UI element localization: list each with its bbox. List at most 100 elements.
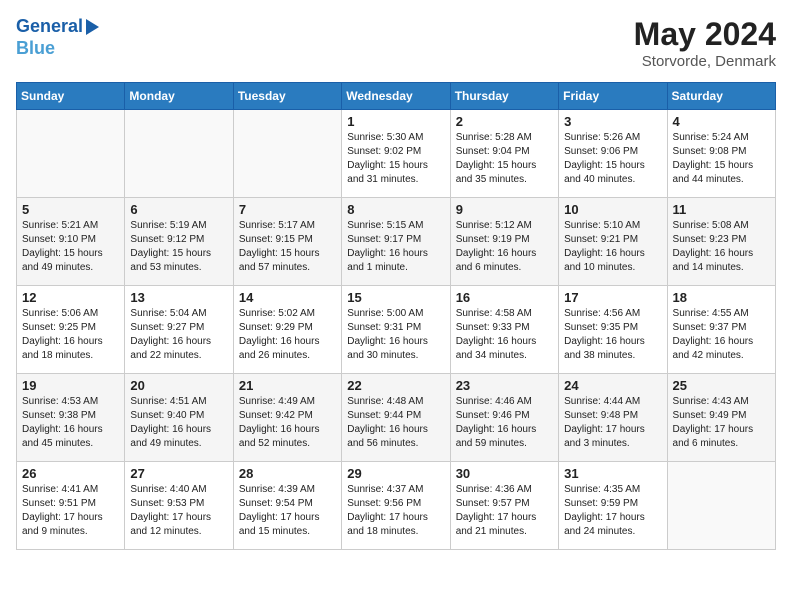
weekday-header-monday: Monday (125, 83, 233, 110)
day-number: 26 (22, 466, 119, 481)
calendar-cell: 8Sunrise: 5:15 AMSunset: 9:17 PMDaylight… (342, 198, 450, 286)
logo: General Blue (16, 16, 99, 59)
calendar-cell: 18 Sunrise: 4:55 AMSunset: 9:37 PMDayligh… (667, 286, 775, 374)
weekday-header-thursday: Thursday (450, 83, 558, 110)
day-info: Sunrise: 5:10 AMSunset: 9:21 PMDaylight:… (564, 219, 661, 275)
day-number: 15 (347, 290, 444, 305)
day-info: Sunrise: 5:04 AMSunset: 9:27 PMDaylight:… (130, 307, 227, 363)
day-number: 27 (130, 466, 227, 481)
calendar-week-4: 19 Sunrise: 4:53 AMSunset: 9:38 PMDayligh… (17, 374, 776, 462)
day-info: Sunrise: 5:06 AMSunset: 9:25 PMDaylight:… (22, 307, 119, 363)
calendar-cell: 4 Sunrise: 5:24 AMSunset: 9:08 PMDaylight… (667, 110, 775, 198)
day-number: 28 (239, 466, 336, 481)
weekday-header-friday: Friday (559, 83, 667, 110)
calendar-table: SundayMondayTuesdayWednesdayThursdayFrid… (16, 82, 776, 550)
day-number: 23 (456, 378, 553, 393)
day-info: Sunrise: 4:37 AMSunset: 9:56 PMDaylight:… (347, 483, 444, 539)
day-number: 9 (456, 202, 553, 217)
day-info: Sunrise: 4:56 AMSunset: 9:35 PMDaylight:… (564, 307, 661, 363)
month-year-title: May 2024 (634, 16, 776, 53)
calendar-cell: 31 Sunrise: 4:35 AMSunset: 9:59 PMDayligh… (559, 462, 667, 550)
weekday-header-row: SundayMondayTuesdayWednesdayThursdayFrid… (17, 83, 776, 110)
day-info: Sunrise: 4:44 AMSunset: 9:48 PMDaylight:… (564, 395, 661, 451)
day-number: 10 (564, 202, 661, 217)
calendar-cell (233, 110, 341, 198)
calendar-cell: 26 Sunrise: 4:41 AMSunset: 9:51 PMDayligh… (17, 462, 125, 550)
day-number: 3 (564, 114, 661, 129)
calendar-cell: 23 Sunrise: 4:46 AMSunset: 9:46 PMDayligh… (450, 374, 558, 462)
calendar-cell: 2 Sunrise: 5:28 AMSunset: 9:04 PMDaylight… (450, 110, 558, 198)
calendar-cell: 7 Sunrise: 5:17 AMSunset: 9:15 PMDaylight… (233, 198, 341, 286)
calendar-cell: 10 Sunrise: 5:10 AMSunset: 9:21 PMDayligh… (559, 198, 667, 286)
day-number: 30 (456, 466, 553, 481)
calendar-cell: 13 Sunrise: 5:04 AMSunset: 9:27 PMDayligh… (125, 286, 233, 374)
calendar-cell: 24 Sunrise: 4:44 AMSunset: 9:48 PMDayligh… (559, 374, 667, 462)
calendar-cell (667, 462, 775, 550)
day-number: 17 (564, 290, 661, 305)
calendar-week-2: 5 Sunrise: 5:21 AMSunset: 9:10 PMDaylight… (17, 198, 776, 286)
calendar-cell: 28 Sunrise: 4:39 AMSunset: 9:54 PMDayligh… (233, 462, 341, 550)
calendar-cell: 3 Sunrise: 5:26 AMSunset: 9:06 PMDaylight… (559, 110, 667, 198)
day-info: Sunrise: 4:40 AMSunset: 9:53 PMDaylight:… (130, 483, 227, 539)
calendar-cell: 20 Sunrise: 4:51 AMSunset: 9:40 PMDayligh… (125, 374, 233, 462)
day-number: 13 (130, 290, 227, 305)
title-block: May 2024 Storvorde, Denmark (634, 16, 776, 70)
day-number: 7 (239, 202, 336, 217)
calendar-week-3: 12 Sunrise: 5:06 AMSunset: 9:25 PMDayligh… (17, 286, 776, 374)
calendar-cell: 25Sunrise: 4:43 AMSunset: 9:49 PMDayligh… (667, 374, 775, 462)
day-number: 21 (239, 378, 336, 393)
day-info: Sunrise: 4:48 AMSunset: 9:44 PMDaylight:… (347, 395, 444, 451)
location-subtitle: Storvorde, Denmark (634, 53, 776, 70)
calendar-cell: 29Sunrise: 4:37 AMSunset: 9:56 PMDayligh… (342, 462, 450, 550)
day-info: Sunrise: 4:46 AMSunset: 9:46 PMDaylight:… (456, 395, 553, 451)
day-number: 12 (22, 290, 119, 305)
day-number: 5 (22, 202, 119, 217)
calendar-cell: 12 Sunrise: 5:06 AMSunset: 9:25 PMDayligh… (17, 286, 125, 374)
day-info: Sunrise: 4:43 AMSunset: 9:49 PMDaylight:… (673, 395, 770, 451)
calendar-cell: 30Sunrise: 4:36 AMSunset: 9:57 PMDayligh… (450, 462, 558, 550)
day-number: 2 (456, 114, 553, 129)
day-number: 20 (130, 378, 227, 393)
page-header: General Blue May 2024 Storvorde, Denmark (16, 16, 776, 70)
day-info: Sunrise: 4:51 AMSunset: 9:40 PMDaylight:… (130, 395, 227, 451)
weekday-header-saturday: Saturday (667, 83, 775, 110)
calendar-cell: 11Sunrise: 5:08 AMSunset: 9:23 PMDayligh… (667, 198, 775, 286)
calendar-cell: 21 Sunrise: 4:49 AMSunset: 9:42 PMDayligh… (233, 374, 341, 462)
day-info: Sunrise: 5:26 AMSunset: 9:06 PMDaylight:… (564, 131, 661, 187)
weekday-header-wednesday: Wednesday (342, 83, 450, 110)
calendar-cell: 27 Sunrise: 4:40 AMSunset: 9:53 PMDayligh… (125, 462, 233, 550)
day-info: Sunrise: 4:53 AMSunset: 9:38 PMDaylight:… (22, 395, 119, 451)
calendar-cell: 22Sunrise: 4:48 AMSunset: 9:44 PMDayligh… (342, 374, 450, 462)
day-info: Sunrise: 5:17 AMSunset: 9:15 PMDaylight:… (239, 219, 336, 275)
day-info: Sunrise: 4:35 AMSunset: 9:59 PMDaylight:… (564, 483, 661, 539)
calendar-cell: 19 Sunrise: 4:53 AMSunset: 9:38 PMDayligh… (17, 374, 125, 462)
calendar-cell: 14Sunrise: 5:02 AMSunset: 9:29 PMDayligh… (233, 286, 341, 374)
day-info: Sunrise: 4:39 AMSunset: 9:54 PMDaylight:… (239, 483, 336, 539)
calendar-cell: 17 Sunrise: 4:56 AMSunset: 9:35 PMDayligh… (559, 286, 667, 374)
calendar-cell: 15Sunrise: 5:00 AMSunset: 9:31 PMDayligh… (342, 286, 450, 374)
day-info: Sunrise: 5:24 AMSunset: 9:08 PMDaylight:… (673, 131, 770, 187)
day-info: Sunrise: 5:08 AMSunset: 9:23 PMDaylight:… (673, 219, 770, 275)
day-number: 31 (564, 466, 661, 481)
calendar-week-5: 26 Sunrise: 4:41 AMSunset: 9:51 PMDayligh… (17, 462, 776, 550)
day-number: 14 (239, 290, 336, 305)
day-number: 18 (673, 290, 770, 305)
day-number: 4 (673, 114, 770, 129)
day-info: Sunrise: 4:41 AMSunset: 9:51 PMDaylight:… (22, 483, 119, 539)
day-number: 19 (22, 378, 119, 393)
calendar-cell: 5 Sunrise: 5:21 AMSunset: 9:10 PMDaylight… (17, 198, 125, 286)
calendar-week-1: 1 Sunrise: 5:30 AMSunset: 9:02 PMDaylight… (17, 110, 776, 198)
calendar-cell: 1 Sunrise: 5:30 AMSunset: 9:02 PMDaylight… (342, 110, 450, 198)
day-number: 1 (347, 114, 444, 129)
day-info: Sunrise: 5:12 AMSunset: 9:19 PMDaylight:… (456, 219, 553, 275)
calendar-cell: 16Sunrise: 4:58 AMSunset: 9:33 PMDayligh… (450, 286, 558, 374)
day-info: Sunrise: 5:30 AMSunset: 9:02 PMDaylight:… (347, 131, 444, 187)
day-info: Sunrise: 5:28 AMSunset: 9:04 PMDaylight:… (456, 131, 553, 187)
logo-text: General Blue (16, 16, 99, 59)
calendar-cell: 9 Sunrise: 5:12 AMSunset: 9:19 PMDaylight… (450, 198, 558, 286)
day-number: 6 (130, 202, 227, 217)
day-info: Sunrise: 5:21 AMSunset: 9:10 PMDaylight:… (22, 219, 119, 275)
day-number: 24 (564, 378, 661, 393)
day-info: Sunrise: 4:55 AMSunset: 9:37 PMDaylight:… (673, 307, 770, 363)
day-info: Sunrise: 4:49 AMSunset: 9:42 PMDaylight:… (239, 395, 336, 451)
